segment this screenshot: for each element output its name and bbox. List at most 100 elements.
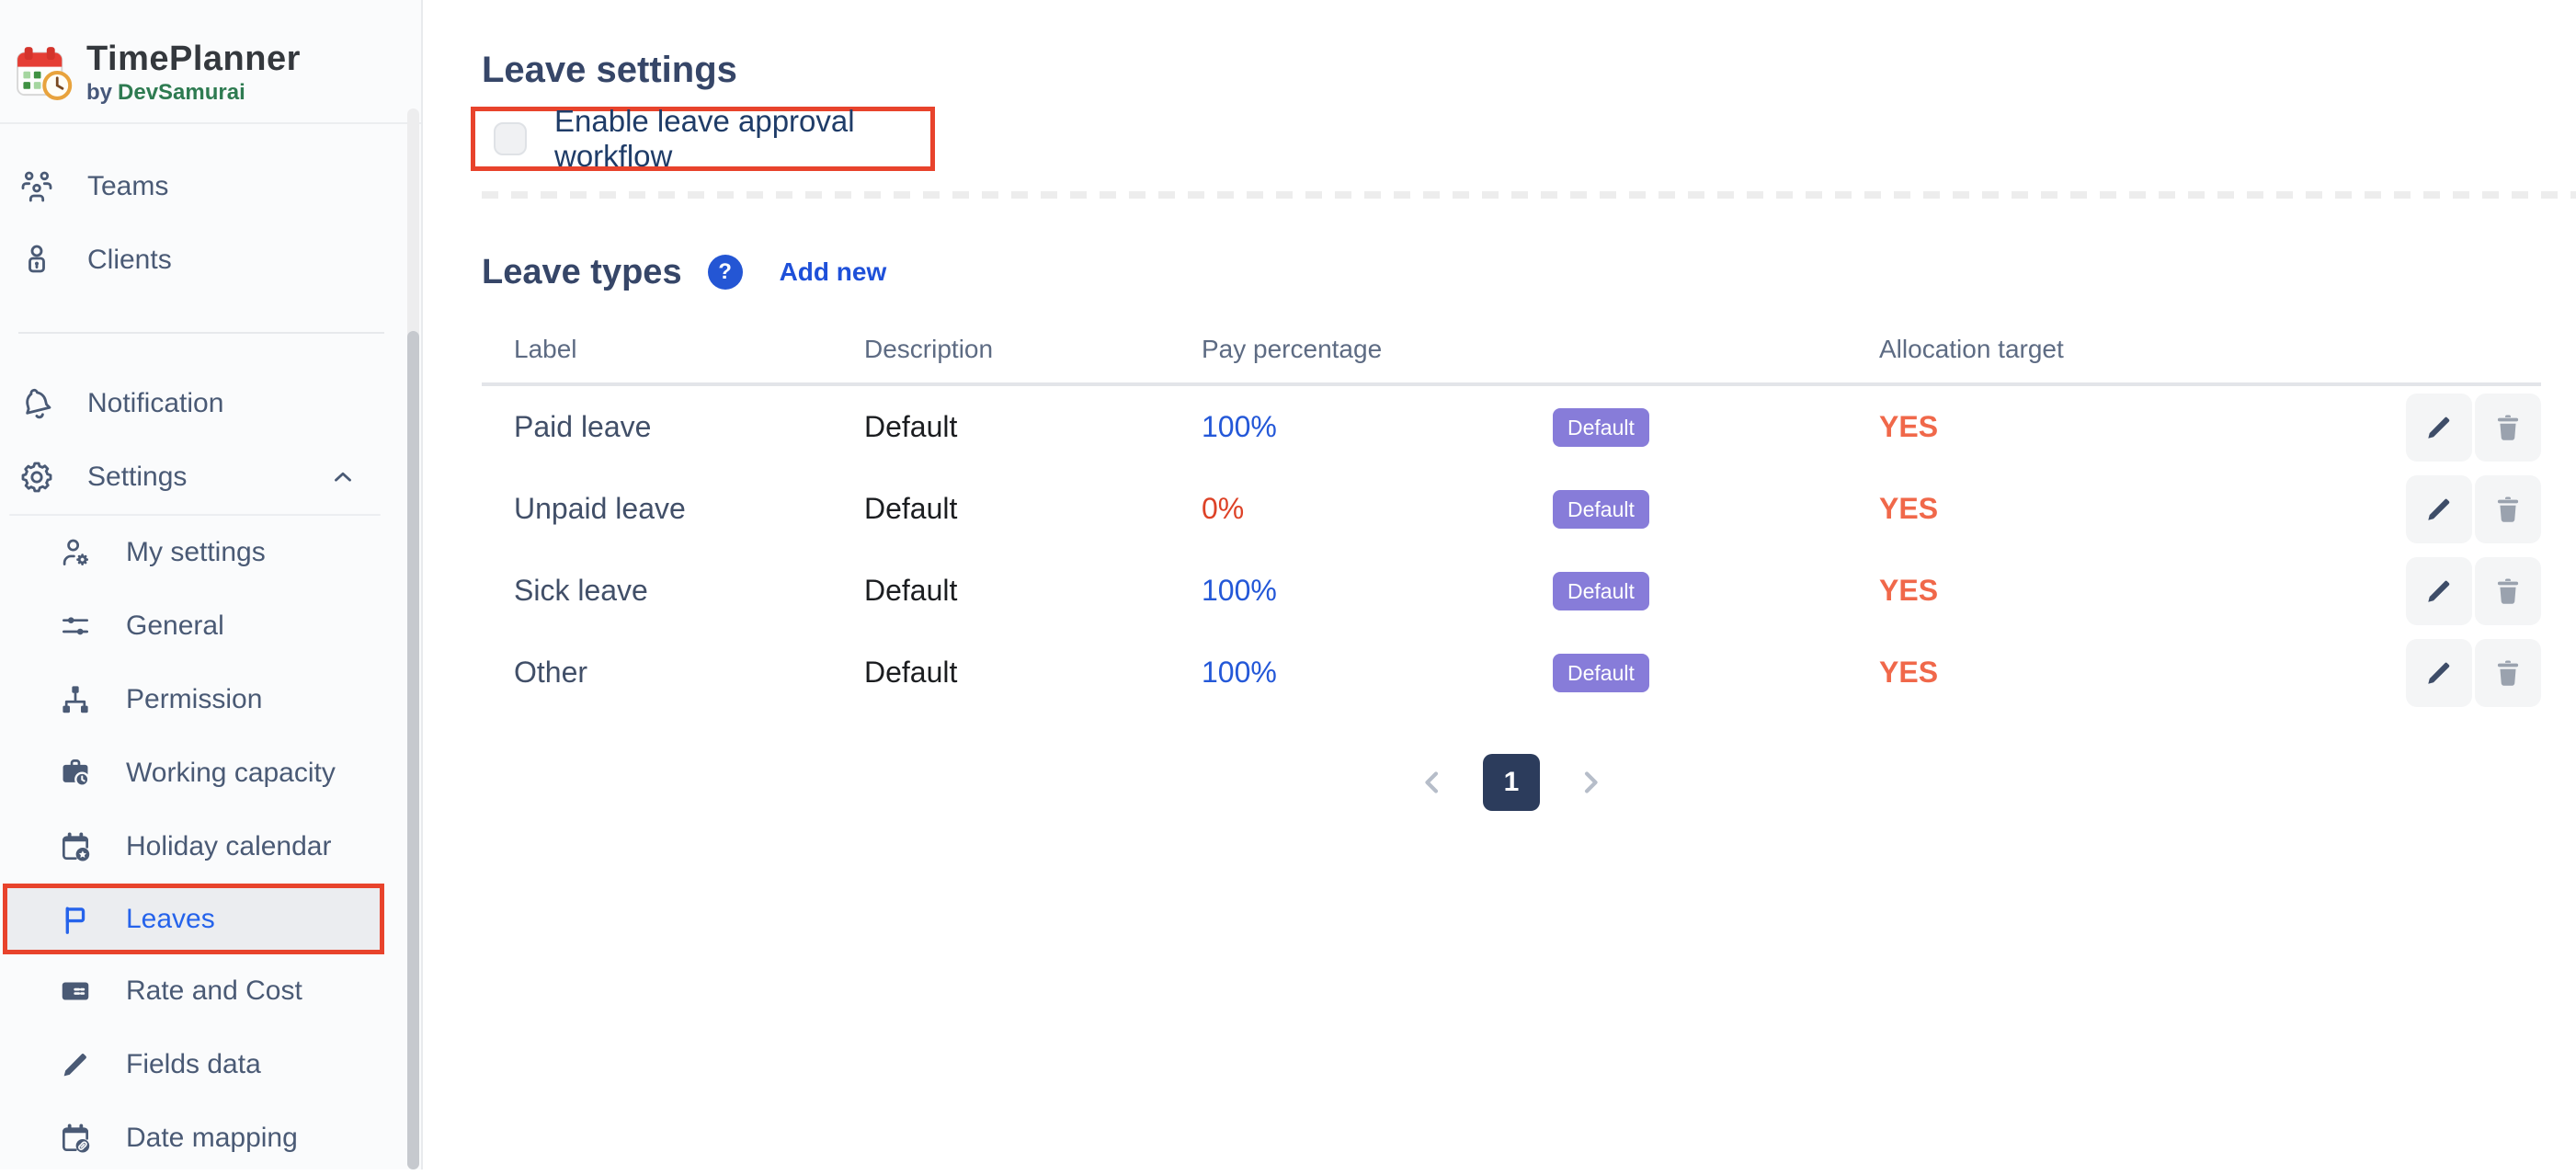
page-title: Leave settings xyxy=(482,48,2542,92)
leave-type-label: Unpaid leave xyxy=(482,492,864,526)
edit-button[interactable] xyxy=(2406,557,2472,625)
sidebar-item-teams[interactable]: Teams xyxy=(0,150,421,223)
leave-type-description: Default xyxy=(864,656,1202,690)
column-header-description: Description xyxy=(864,335,1202,364)
sidebar-item-clients[interactable]: Clients xyxy=(0,223,421,297)
pay-percentage-value: 100% xyxy=(1202,656,1553,690)
delete-button[interactable] xyxy=(2475,639,2541,707)
pay-percentage-value: 100% xyxy=(1202,410,1553,444)
sidebar-item-working-capacity[interactable]: Working capacity xyxy=(0,736,421,810)
leave-type-description: Default xyxy=(864,574,1202,608)
edit-icon xyxy=(2422,493,2456,526)
table-row-unpaid-leave: Unpaid leaveDefault0%DefaultYES xyxy=(482,468,2541,550)
pay-percentage-value: 100% xyxy=(1202,574,1553,608)
row-actions xyxy=(2357,639,2541,707)
sidebar: TimePlanner byDevSamurai Teams Clients Not… xyxy=(0,0,423,1169)
sidebar-item-label: Working capacity xyxy=(126,758,336,789)
help-icon[interactable]: ? xyxy=(708,255,743,290)
delete-button[interactable] xyxy=(2475,475,2541,543)
default-badge: Default xyxy=(1553,490,1649,529)
allocation-target-value: YES xyxy=(1879,574,2357,608)
sidebar-item-leaves[interactable]: Leaves xyxy=(3,884,384,954)
sidebar-item-my-settings[interactable]: My settings xyxy=(0,516,421,589)
leave-types-header: Leave types ? Add new xyxy=(482,250,2542,294)
sidebar-item-settings[interactable]: Settings xyxy=(0,440,421,514)
sidebar-item-label: Rate and Cost xyxy=(126,975,302,1007)
scrollbar-thumb[interactable] xyxy=(407,331,419,1169)
sidebar-item-label: Date mapping xyxy=(126,1123,298,1154)
sidebar-item-fields-data[interactable]: Fields data xyxy=(0,1028,421,1101)
table-header-row: LabelDescriptionPay percentage Allocation… xyxy=(482,335,2541,386)
current-page[interactable]: 1 xyxy=(1483,754,1540,811)
delete-button[interactable] xyxy=(2475,557,2541,625)
sidebar-divider xyxy=(18,332,384,334)
sidebar-item-label: Leaves xyxy=(126,904,215,935)
calendar-link-icon xyxy=(57,1120,94,1157)
delete-button[interactable] xyxy=(2475,394,2541,462)
trash-icon xyxy=(2491,493,2525,526)
leave-types-table: LabelDescriptionPay percentage Allocation… xyxy=(482,335,2541,713)
prev-page-button[interactable] xyxy=(1415,765,1450,800)
leave-type-label: Paid leave xyxy=(482,410,864,444)
table-row-sick-leave: Sick leaveDefault100%DefaultYES xyxy=(482,550,2541,632)
default-badge: Default xyxy=(1553,654,1649,692)
row-actions xyxy=(2357,394,2541,462)
sidebar-item-label: Clients xyxy=(87,245,172,276)
pagination: 1 xyxy=(482,754,2541,811)
column-header-pay-percentage: Pay percentage xyxy=(1202,335,1553,364)
sidebar-item-notification[interactable]: Notification xyxy=(0,367,421,440)
user-gear-icon xyxy=(57,534,94,571)
app-logo: TimePlanner byDevSamurai xyxy=(0,0,421,124)
approval-checkbox-label: Enable leave approval workflow xyxy=(554,104,930,174)
sidebar-item-label: Fields data xyxy=(126,1049,261,1080)
approval-checkbox[interactable] xyxy=(494,122,527,155)
main-content: Leave settings Enable leave approval wor… xyxy=(423,0,2576,1169)
chevron-up-icon[interactable] xyxy=(329,463,357,491)
edit-icon xyxy=(2422,575,2456,608)
default-badge: Default xyxy=(1553,572,1649,610)
edit-button[interactable] xyxy=(2406,394,2472,462)
sitemap-icon xyxy=(57,681,94,718)
next-page-button[interactable] xyxy=(1573,765,1608,800)
sidebar-scrollbar[interactable] xyxy=(407,108,419,1169)
users-icon xyxy=(18,168,55,205)
sidebar-item-label: Holiday calendar xyxy=(126,831,331,862)
sidebar-item-label: Notification xyxy=(87,388,223,419)
sidebar-item-holiday-calendar[interactable]: Holiday calendar xyxy=(0,810,421,884)
money-card-icon: $ xyxy=(57,973,94,1010)
add-new-button[interactable]: Add new xyxy=(780,257,887,287)
calendar-star-icon xyxy=(57,828,94,865)
allocation-target-value: YES xyxy=(1879,492,2357,526)
section-title: Leave types xyxy=(482,253,682,292)
row-actions xyxy=(2357,557,2541,625)
default-badge: Default xyxy=(1553,408,1649,447)
trash-icon xyxy=(2491,575,2525,608)
sidebar-item-label: Settings xyxy=(87,462,187,493)
leave-type-description: Default xyxy=(864,410,1202,444)
sidebar-item-permission[interactable]: Permission xyxy=(0,663,421,736)
edit-icon xyxy=(2422,411,2456,444)
sidebar-item-general[interactable]: General xyxy=(0,589,421,663)
gear-icon xyxy=(18,459,55,496)
row-actions xyxy=(2357,475,2541,543)
column-header-allocation-target: Allocation target xyxy=(1879,335,2357,364)
sidebar-item-label: General xyxy=(126,610,224,642)
leave-type-label: Sick leave xyxy=(482,574,864,608)
approval-highlight-box: Enable leave approval workflow xyxy=(471,107,935,171)
leave-type-description: Default xyxy=(864,492,1202,526)
sidebar-item-rate-and-cost[interactable]: $ Rate and Cost xyxy=(0,954,421,1028)
trash-icon xyxy=(2491,411,2525,444)
edit-button[interactable] xyxy=(2406,475,2472,543)
approval-checkbox-row[interactable]: Enable leave approval workflow xyxy=(494,104,930,174)
pencil-icon xyxy=(57,1046,94,1083)
sidebar-item-date-mapping[interactable]: Date mapping xyxy=(0,1101,421,1175)
flag-icon xyxy=(57,901,94,938)
sidebar-item-label: Teams xyxy=(87,171,168,202)
calendar-clock-logo-icon xyxy=(13,42,74,103)
allocation-target-value: YES xyxy=(1879,410,2357,444)
edit-button[interactable] xyxy=(2406,639,2472,707)
sidebar-item-label: My settings xyxy=(126,537,266,568)
column-header-label: Label xyxy=(482,335,864,364)
section-divider xyxy=(482,191,2576,199)
sidebar-nav: Teams Clients Notification Settings My setti… xyxy=(0,124,421,1175)
